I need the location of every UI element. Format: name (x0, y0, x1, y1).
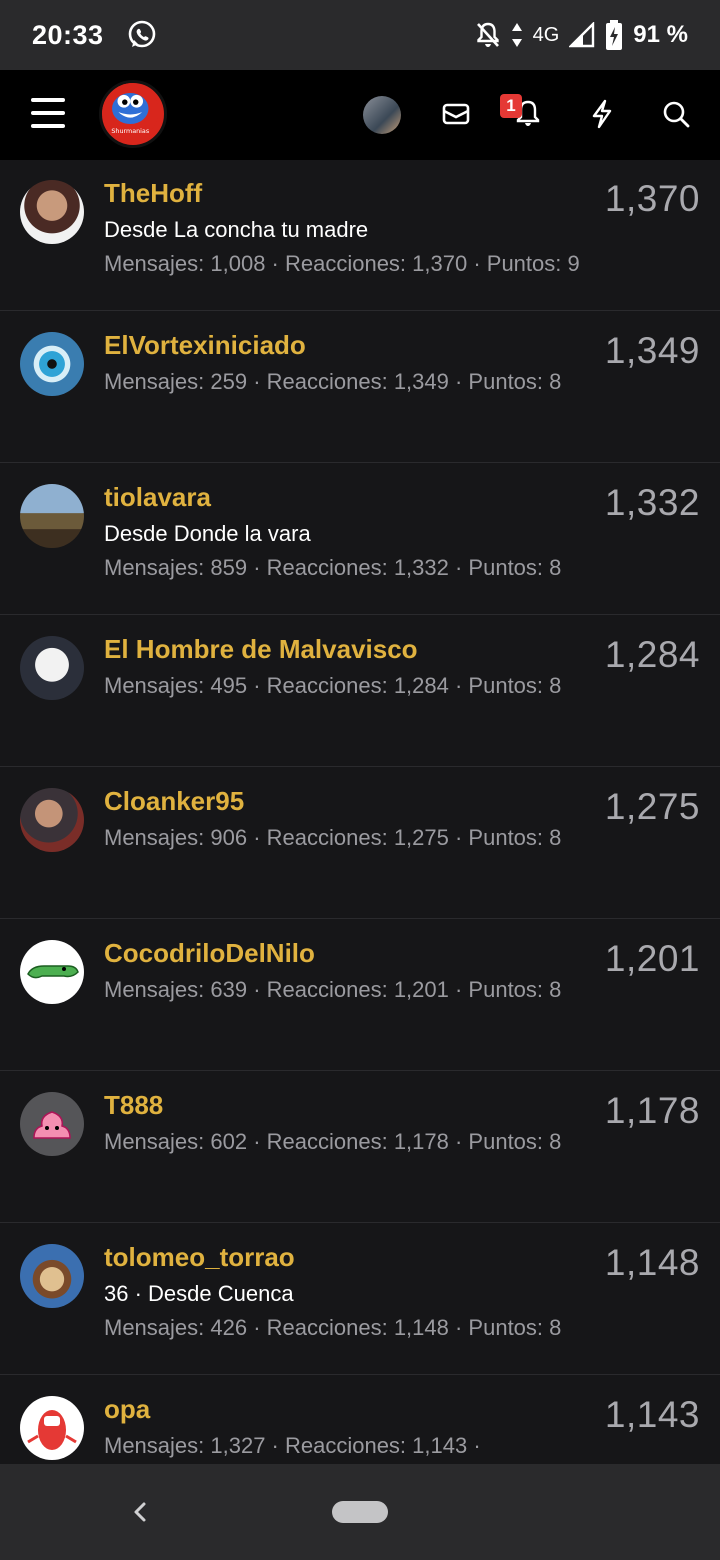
system-navigation-bar (0, 1464, 720, 1560)
pink-blob-icon (33, 1111, 71, 1139)
member-avatar[interactable] (20, 636, 84, 700)
member-score: 1,349 (604, 330, 700, 371)
list-item[interactable]: Cloanker95 Mensajes: 906 · Reacciones: 1… (0, 768, 720, 919)
status-time: 20:33 (32, 19, 104, 50)
member-score: 1,275 (604, 786, 700, 827)
member-stats: Mensajes: 426 · Reacciones: 1,148 · Punt… (104, 1315, 562, 1340)
member-avatar[interactable] (20, 484, 84, 548)
member-location: Desde La concha tu madre (104, 217, 369, 242)
member-avatar[interactable] (20, 788, 84, 852)
red-character-icon (27, 1410, 77, 1450)
list-item[interactable]: El Hombre de Malvavisco Mensajes: 495 · … (0, 616, 720, 767)
list-item[interactable]: T888 Mensajes: 602 · Reacciones: 1,178 ·… (0, 1072, 720, 1223)
member-avatar[interactable] (20, 1396, 84, 1460)
member-score: 1,284 (604, 634, 700, 675)
member-name[interactable]: T888 (104, 1090, 163, 1121)
inbox-icon[interactable] (436, 94, 476, 134)
member-list: TheHoff Desde La concha tu madre Mensaje… (0, 160, 720, 1464)
member-stats: Mensajes: 906 · Reacciones: 1,275 · Punt… (104, 825, 562, 850)
list-item[interactable]: tolomeo_torrao 36 · Desde Cuenca Mensaje… (0, 1224, 720, 1375)
app-header: Shurmanias (0, 70, 720, 160)
list-item[interactable]: opa Mensajes: 1,327 · Reacciones: 1,143 … (0, 1376, 720, 1464)
member-score: 1,370 (604, 178, 700, 219)
signal-icon (569, 22, 595, 48)
member-location: 36 · Desde Cuenca (104, 1281, 294, 1306)
member-stats: Mensajes: 1,008 · Reacciones: 1,370 · Pu… (104, 251, 580, 276)
member-name[interactable]: CocodriloDelNilo (104, 938, 315, 969)
logo-text: Shurmanias (111, 127, 149, 135)
site-logo[interactable]: Shurmanias (99, 80, 167, 148)
list-item[interactable]: tiolavara Desde Donde la vara Mensajes: … (0, 464, 720, 615)
member-score: 1,143 (604, 1394, 700, 1435)
member-stats: Mensajes: 495 · Reacciones: 1,284 · Punt… (104, 673, 562, 698)
member-stats: Mensajes: 639 · Reacciones: 1,201 · Punt… (104, 977, 562, 1002)
member-avatar[interactable] (20, 940, 84, 1004)
member-score: 1,201 (604, 938, 700, 979)
list-item[interactable]: ElVortexiniciado Mensajes: 259 · Reaccio… (0, 312, 720, 463)
logo-mascot-icon: Shurmanias (102, 83, 159, 140)
member-name[interactable]: tolomeo_torrao (104, 1242, 295, 1273)
member-name[interactable]: tiolavara (104, 482, 211, 513)
list-item[interactable]: CocodriloDelNilo Mensajes: 639 · Reaccio… (0, 920, 720, 1071)
notification-badge: 1 (500, 94, 522, 118)
battery-charging-icon (606, 20, 623, 50)
member-location: Desde Donde la vara (104, 521, 311, 546)
member-name[interactable]: opa (104, 1394, 150, 1425)
user-avatar[interactable] (363, 96, 401, 134)
member-score: 1,148 (604, 1242, 700, 1283)
back-icon[interactable] (126, 1496, 154, 1528)
member-stats: Mensajes: 1,327 · Reacciones: 1,143 · (104, 1433, 481, 1458)
member-avatar[interactable] (20, 180, 84, 244)
member-name[interactable]: El Hombre de Malvavisco (104, 634, 418, 665)
lightning-icon[interactable] (582, 94, 622, 134)
member-name[interactable]: Cloanker95 (104, 786, 244, 817)
member-score: 1,332 (604, 482, 700, 523)
member-avatar[interactable] (20, 1092, 84, 1156)
crocodile-icon (27, 965, 79, 979)
menu-icon[interactable] (31, 98, 65, 130)
home-pill[interactable] (332, 1501, 388, 1523)
search-icon[interactable] (656, 94, 696, 134)
data-transfer-icon (511, 23, 522, 47)
member-name[interactable]: ElVortexiniciado (104, 330, 306, 361)
member-stats: Mensajes: 859 · Reacciones: 1,332 · Punt… (104, 555, 562, 580)
member-score: 1,178 (604, 1090, 700, 1131)
member-stats: Mensajes: 602 · Reacciones: 1,178 · Punt… (104, 1129, 562, 1154)
battery-level: 91 % (633, 21, 688, 48)
member-avatar[interactable] (20, 332, 84, 396)
whatsapp-icon (128, 20, 155, 48)
member-name[interactable]: TheHoff (104, 178, 202, 209)
member-stats: Mensajes: 259 · Reacciones: 1,349 · Punt… (104, 369, 562, 394)
status-bar: 20:33 4G 91 % (0, 0, 720, 70)
member-avatar[interactable] (20, 1244, 84, 1308)
list-item[interactable]: TheHoff Desde La concha tu madre Mensaje… (0, 160, 720, 311)
network-type: 4G (532, 23, 560, 46)
notifications-off-icon (476, 22, 499, 47)
